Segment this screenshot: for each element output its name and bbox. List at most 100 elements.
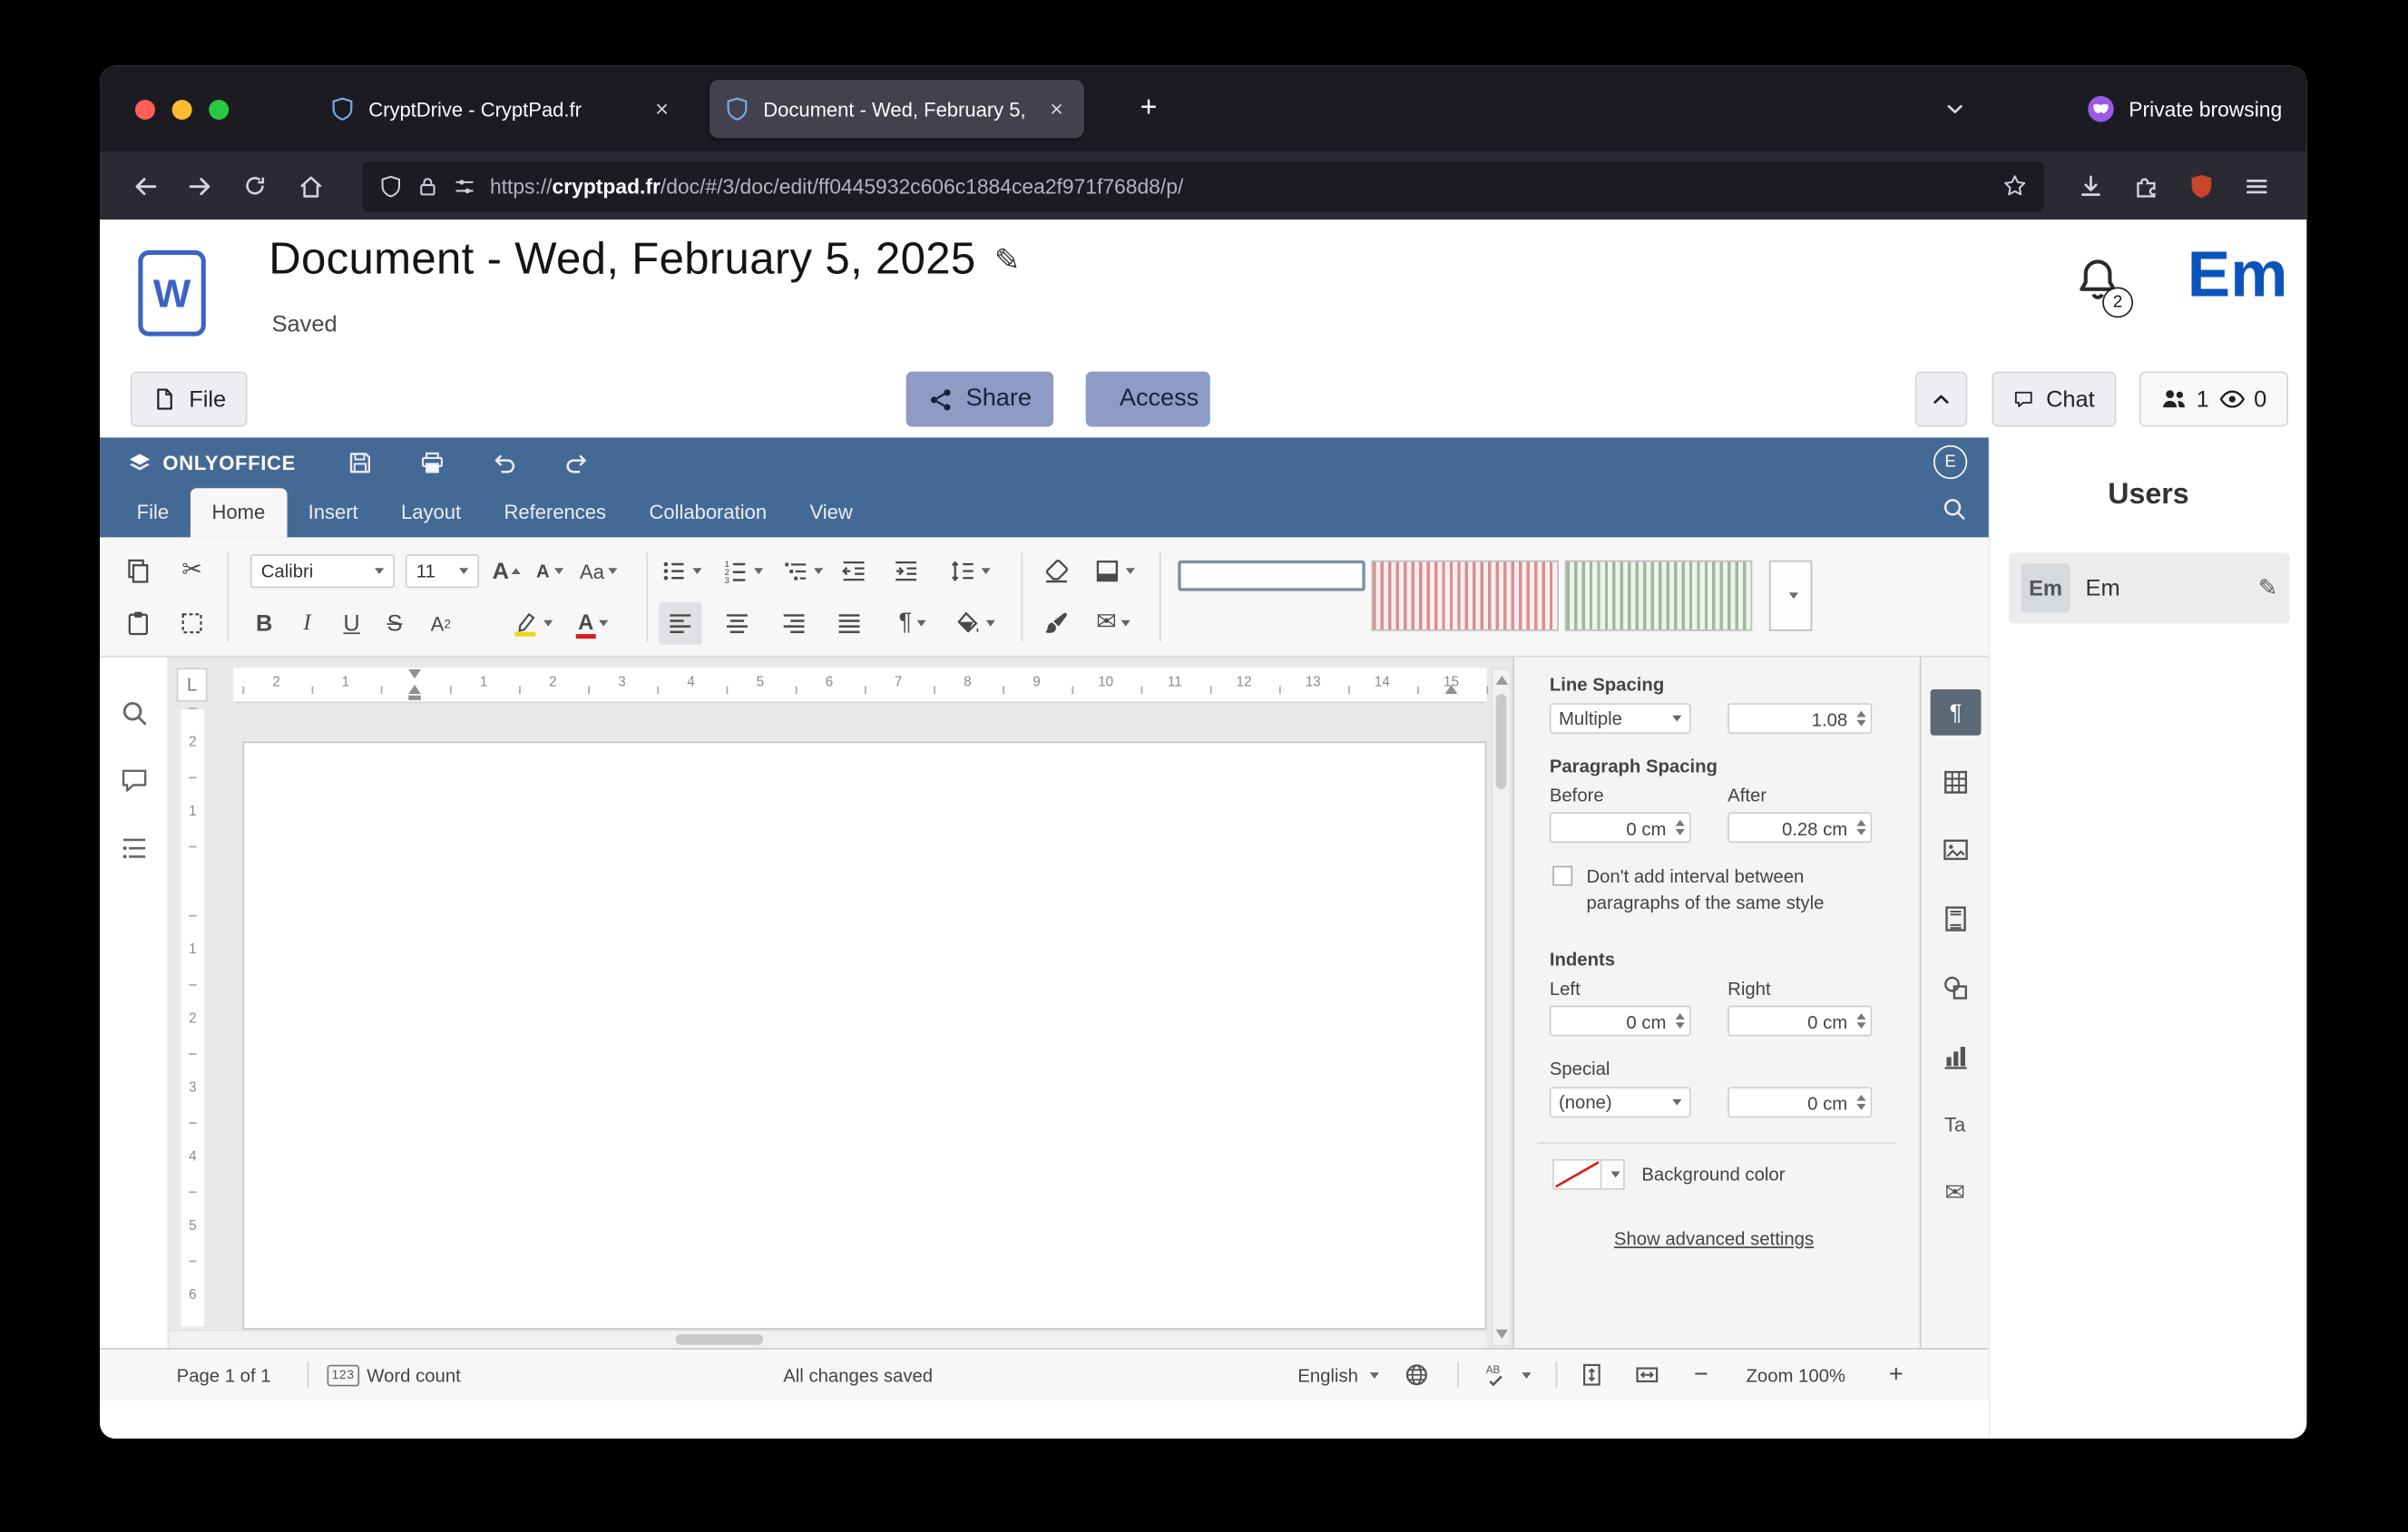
spin-up-icon[interactable] (1856, 1095, 1865, 1101)
line-spacing-select[interactable]: Multiple (1550, 703, 1691, 734)
indent-left-spinner[interactable]: 0 cm (1550, 1006, 1691, 1037)
mail-merge-button[interactable]: ✉ (1087, 601, 1140, 644)
copy-style-button[interactable] (1035, 601, 1078, 644)
style-gallery-expand-button[interactable] (1769, 561, 1812, 631)
tab-close-icon[interactable]: × (1044, 96, 1069, 122)
spacing-after-spinner[interactable]: 0.28 cm (1728, 812, 1872, 843)
browser-tab-document[interactable]: Document - Wed, February 5, 20 × (710, 80, 1084, 138)
numbered-list-button[interactable] (717, 550, 766, 592)
mail-merge-settings-button[interactable]: ✉ (1940, 1179, 1971, 1210)
zoom-in-button[interactable]: + (1889, 1350, 1904, 1400)
list-all-tabs-button[interactable] (1933, 87, 1976, 130)
decrease-indent-button[interactable] (832, 550, 875, 592)
document-color-button[interactable] (1087, 550, 1140, 592)
hanging-indent-marker[interactable] (408, 685, 421, 694)
copy-button[interactable] (117, 550, 160, 592)
style-preview-3[interactable] (1565, 561, 1752, 631)
align-center-button[interactable] (716, 601, 759, 644)
browser-tab-cryptdrive[interactable]: CryptDrive - CryptPad.fr × (315, 80, 690, 138)
redo-button[interactable] (556, 444, 596, 481)
bookmark-star-icon[interactable] (2002, 173, 2027, 198)
font-color-button[interactable]: A (567, 601, 620, 644)
decrease-font-button[interactable]: A (528, 550, 571, 592)
spell-check-button[interactable] (1483, 1350, 1531, 1400)
spin-down-icon[interactable] (1856, 829, 1865, 835)
editor-search-button[interactable] (1941, 496, 1967, 530)
left-indent-marker[interactable] (408, 696, 421, 700)
header-footer-settings-button[interactable] (1940, 903, 1971, 933)
clear-style-button[interactable] (1035, 550, 1078, 592)
italic-button[interactable]: I (286, 601, 328, 644)
paragraph-shading-button[interactable] (947, 601, 1000, 644)
paragraph-settings-button[interactable]: ¶ (1931, 689, 1982, 736)
textart-settings-button[interactable]: Ta (1940, 1108, 1971, 1139)
extensions-button[interactable] (2120, 161, 2169, 210)
strikethrough-button[interactable]: S (373, 601, 416, 644)
interval-checkbox[interactable] (1552, 866, 1572, 886)
scroll-up-arrow[interactable] (1496, 676, 1509, 685)
fit-width-button[interactable] (1634, 1350, 1660, 1400)
line-spacing-button[interactable] (945, 550, 994, 592)
style-preview-2[interactable] (1371, 561, 1558, 631)
tab-stop-selector[interactable]: L (177, 668, 208, 701)
align-right-button[interactable] (772, 601, 815, 644)
menu-tab-insert[interactable]: Insert (287, 488, 379, 537)
menu-tab-collaboration[interactable]: Collaboration (628, 488, 788, 537)
menu-tab-home[interactable]: Home (191, 488, 287, 537)
special-select[interactable]: (none) (1550, 1087, 1691, 1117)
vertical-scrollbar[interactable] (1492, 668, 1512, 1346)
scroll-down-arrow[interactable] (1496, 1330, 1509, 1339)
undo-button[interactable] (484, 444, 524, 481)
spacing-before-spinner[interactable]: 0 cm (1550, 812, 1691, 843)
home-button[interactable] (286, 161, 335, 210)
increase-font-button[interactable]: A (485, 550, 528, 592)
font-size-select[interactable]: 11 (406, 554, 479, 588)
reload-button[interactable] (230, 161, 279, 210)
underline-button[interactable]: U (330, 601, 373, 644)
change-case-button[interactable]: Aa (573, 550, 625, 592)
spin-up-icon[interactable] (1676, 1013, 1685, 1020)
style-preview-1[interactable] (1178, 561, 1365, 591)
nonprinting-characters-button[interactable]: ¶ (886, 601, 939, 644)
cut-button[interactable]: ✂ (171, 550, 213, 592)
tab-close-icon[interactable]: × (650, 96, 674, 122)
edit-user-pencil-icon[interactable]: ✎ (2258, 574, 2277, 601)
file-menu-button[interactable]: File (131, 372, 248, 427)
spin-up-icon[interactable] (1856, 711, 1865, 717)
multilevel-list-button[interactable] (777, 550, 826, 592)
back-button[interactable] (120, 161, 169, 210)
participants-button[interactable]: 1 0 (2139, 372, 2288, 427)
navigation-button[interactable] (120, 834, 151, 864)
collapse-toolbar-button[interactable] (1915, 372, 1968, 427)
horizontal-scroll-thumb[interactable] (676, 1334, 763, 1345)
user-list-item[interactable]: Em Em ✎ (2009, 552, 2290, 623)
print-button[interactable] (412, 444, 452, 481)
spin-down-icon[interactable] (1676, 1022, 1685, 1029)
url-bar[interactable]: https://cryptpad.fr/doc/#/3/doc/edit/ff0… (362, 161, 2043, 211)
vertical-ruler[interactable]: 21123456 (181, 709, 204, 1326)
find-button[interactable] (120, 698, 151, 729)
collaborator-avatar[interactable]: E (1933, 445, 1967, 479)
menu-tab-references[interactable]: References (483, 488, 628, 537)
indent-right-spinner[interactable]: 0 cm (1728, 1006, 1872, 1037)
spin-down-icon[interactable] (1856, 720, 1865, 727)
spin-up-icon[interactable] (1856, 1013, 1865, 1020)
menu-tab-file[interactable]: File (115, 488, 191, 537)
ublock-extension-button[interactable] (2176, 161, 2225, 210)
user-avatar[interactable]: Em (2182, 238, 2293, 311)
share-button[interactable]: Share (906, 372, 1053, 427)
table-settings-button[interactable] (1940, 766, 1971, 797)
connection-lock-icon[interactable] (416, 174, 439, 197)
comments-button[interactable] (120, 766, 151, 797)
zoom-level[interactable]: Zoom 100% (1746, 1350, 1845, 1400)
spin-up-icon[interactable] (1676, 820, 1685, 826)
document-language-button[interactable] (1404, 1350, 1430, 1400)
increase-indent-button[interactable] (885, 550, 927, 592)
document-page[interactable] (242, 742, 1486, 1330)
zoom-button[interactable] (209, 99, 229, 119)
vertical-scroll-thumb[interactable] (1496, 694, 1507, 789)
advanced-settings-link[interactable]: Show advanced settings (1614, 1228, 1814, 1250)
justify-button[interactable] (827, 601, 870, 644)
language-select[interactable]: English (1297, 1350, 1379, 1400)
horizontal-scrollbar[interactable] (169, 1330, 1486, 1348)
